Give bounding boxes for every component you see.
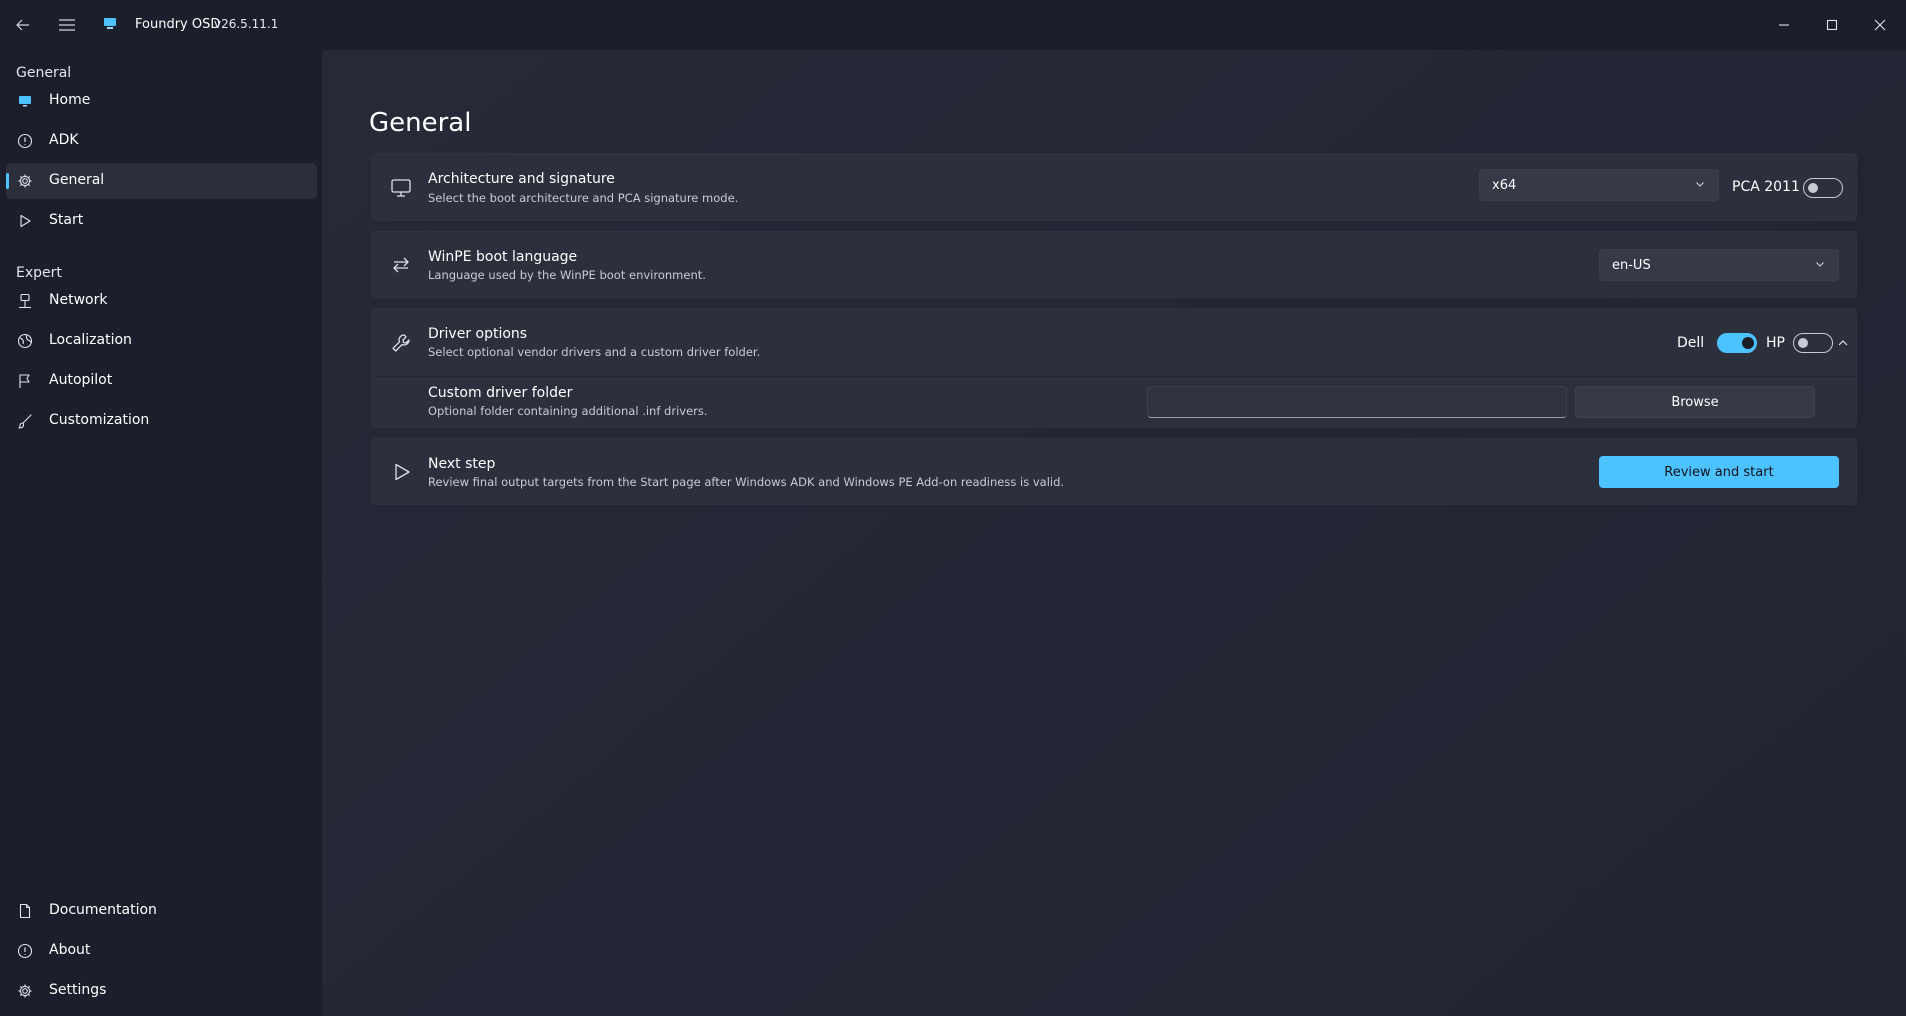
app-version: v26.5.11.1 (214, 17, 279, 31)
chevron-up-icon[interactable] (1833, 331, 1853, 355)
sidebar-item-label: Autopilot (49, 372, 113, 388)
dell-label: Dell (1677, 335, 1705, 351)
review-and-start-button[interactable]: Review and start (1599, 456, 1839, 488)
sidebar-item-adk[interactable]: ADK (6, 123, 317, 159)
hp-toggle[interactable] (1793, 333, 1833, 353)
custom-driver-folder-subtitle: Optional folder containing additional .i… (428, 404, 708, 418)
sidebar-item-network[interactable]: Network (6, 283, 317, 319)
sidebar-item-about[interactable]: About (6, 933, 317, 969)
architecture-card: Architecture and signature Select the bo… (371, 153, 1857, 221)
close-button[interactable] (1860, 10, 1900, 40)
selection-indicator (6, 173, 9, 189)
toggle-knob (1798, 338, 1808, 348)
play-icon (16, 212, 34, 230)
brush-icon (16, 412, 34, 430)
driver-options-title: Driver options (428, 326, 528, 342)
dell-toggle[interactable] (1717, 333, 1757, 353)
sidebar-item-localization[interactable]: Localization (6, 323, 317, 359)
sidebar-item-start[interactable]: Start (6, 203, 317, 239)
sidebar-item-general[interactable]: General (6, 163, 317, 199)
driver-options-subtitle: Select optional vendor drivers and a cus… (428, 345, 761, 359)
maximize-button[interactable] (1812, 10, 1852, 40)
toggle-knob (1808, 183, 1818, 193)
toggle-knob (1742, 337, 1754, 349)
wrench-icon (389, 331, 413, 355)
sidebar-section-general: General (16, 65, 72, 81)
monitor-icon (16, 92, 34, 110)
sidebar-item-customization[interactable]: Customization (6, 403, 317, 439)
custom-driver-folder-input[interactable] (1147, 386, 1567, 418)
sidebar-item-home[interactable]: Home (6, 83, 317, 119)
boot-language-card: WinPE boot language Language used by the… (371, 231, 1857, 298)
close-icon (1874, 19, 1886, 31)
document-icon (16, 902, 34, 920)
sidebar-item-label: Customization (49, 412, 150, 428)
architecture-title: Architecture and signature (428, 171, 615, 187)
browse-button[interactable]: Browse (1575, 386, 1815, 418)
sidebar-item-label: Home (49, 92, 91, 108)
sidebar-item-label: ADK (49, 132, 79, 148)
swap-arrows-icon (389, 253, 413, 277)
monitor-icon (389, 176, 413, 200)
sidebar-item-label: General (49, 172, 105, 188)
maximize-icon (1826, 19, 1838, 31)
next-step-card: Next step Review final output targets fr… (371, 438, 1857, 505)
sidebar-item-label: Network (49, 292, 108, 308)
hamburger-icon (59, 19, 75, 31)
next-step-subtitle: Review final output targets from the Sta… (428, 475, 1065, 489)
architecture-subtitle: Select the boot architecture and PCA sig… (428, 191, 739, 205)
gear-icon (16, 982, 34, 1000)
sidebar: General Home ADK General Start Expert Ne… (0, 50, 322, 1016)
sidebar-section-expert: Expert (16, 265, 62, 281)
architecture-selected-value: x64 (1492, 177, 1517, 193)
main-content: General Architecture and signature Selec… (322, 50, 1906, 1016)
minimize-button[interactable] (1764, 10, 1804, 40)
hamburger-menu-button[interactable] (52, 10, 82, 40)
title-bar: Foundry OSD v26.5.11.1 (0, 0, 1906, 50)
flag-icon (16, 372, 34, 390)
play-icon (389, 460, 413, 484)
driver-options-card: Driver options Select optional vendor dr… (371, 308, 1857, 428)
sidebar-item-label: Localization (49, 332, 132, 348)
sidebar-item-autopilot[interactable]: Autopilot (6, 363, 317, 399)
app-title: Foundry OSD (135, 17, 221, 32)
sidebar-item-label: About (49, 942, 91, 958)
pca-2011-toggle[interactable] (1803, 178, 1843, 198)
page-title: General (369, 108, 472, 138)
sidebar-item-documentation[interactable]: Documentation (6, 893, 317, 929)
boot-language-selected-value: en-US (1612, 257, 1651, 273)
chevron-down-icon (1694, 178, 1706, 194)
globe-icon (16, 332, 34, 350)
info-icon (16, 942, 34, 960)
info-icon (16, 132, 34, 150)
chevron-down-icon (1814, 258, 1826, 274)
sidebar-item-settings[interactable]: Settings (6, 973, 317, 1009)
network-icon (16, 292, 34, 310)
hp-label: HP (1766, 335, 1785, 351)
app-logo-icon (103, 16, 117, 35)
divider (372, 376, 1856, 377)
back-arrow-icon (16, 19, 29, 31)
gear-icon (16, 172, 34, 190)
sidebar-item-label: Start (49, 212, 84, 228)
sidebar-item-label: Settings (49, 982, 107, 998)
architecture-dropdown[interactable]: x64 (1479, 169, 1719, 201)
next-step-title: Next step (428, 456, 496, 472)
pca-2011-label: PCA 2011 (1732, 179, 1800, 195)
boot-language-title: WinPE boot language (428, 249, 578, 265)
minimize-icon (1779, 24, 1789, 26)
sidebar-item-label: Documentation (49, 902, 157, 918)
custom-driver-folder-title: Custom driver folder (428, 385, 573, 401)
boot-language-subtitle: Language used by the WinPE boot environm… (428, 268, 706, 282)
boot-language-dropdown[interactable]: en-US (1599, 249, 1839, 281)
back-button[interactable] (8, 10, 38, 40)
